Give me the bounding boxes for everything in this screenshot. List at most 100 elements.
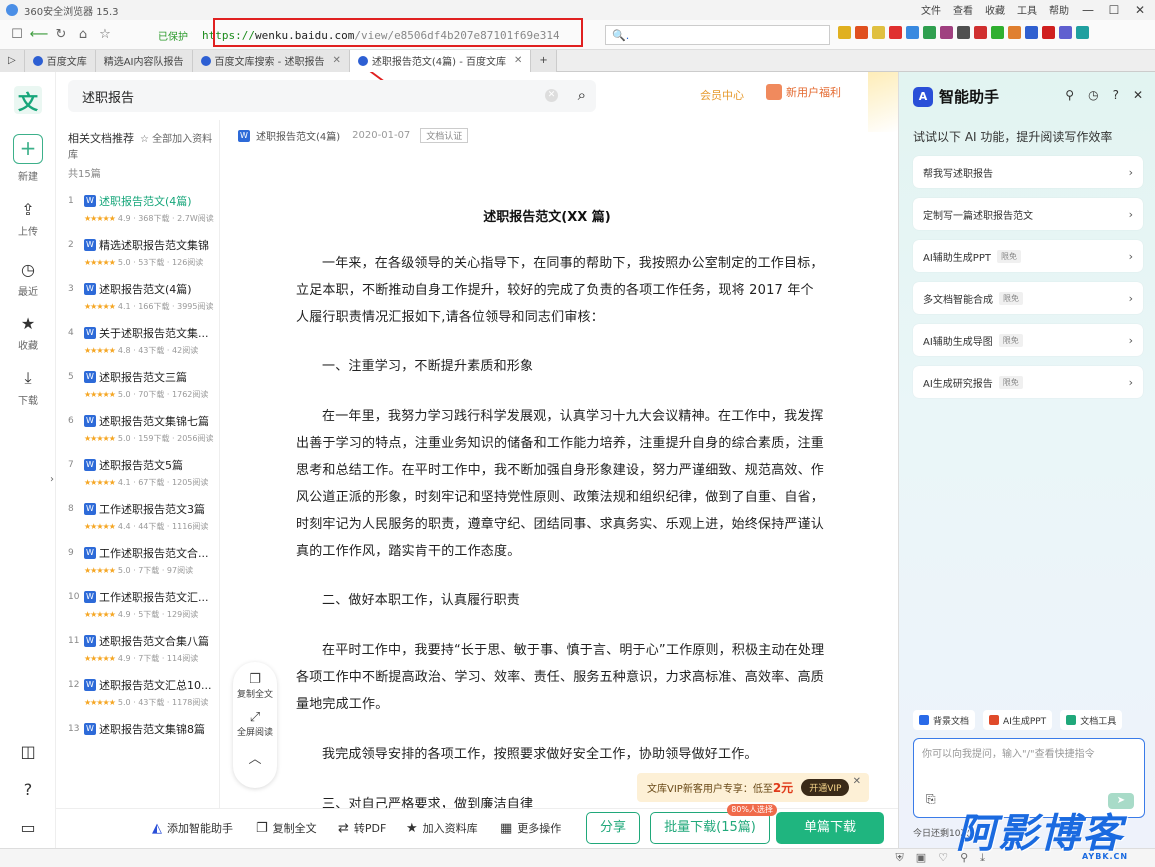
copy-icon[interactable]: ❐	[233, 672, 277, 687]
menu-tools[interactable]: 工具	[1017, 2, 1037, 17]
assistant-card[interactable]: 定制写一篇述职报告范文 ›	[913, 198, 1143, 230]
rail-new[interactable]: + 新建	[0, 134, 56, 183]
assistant-card[interactable]: AI辅助生成导图 限免 ›	[913, 324, 1143, 356]
related-item[interactable]: 5 W 述职报告范文三篇 ★★★★★ 5.0 · 70下载 · 1762阅读	[58, 369, 219, 400]
send-icon[interactable]: ➤	[1108, 793, 1134, 809]
related-item[interactable]: 7 W 述职报告范文5篇 ★★★★★ 4.1 · 67下载 · 1205阅读	[58, 457, 219, 488]
tool-doc-tools[interactable]: 文档工具	[1060, 710, 1123, 730]
related-item[interactable]: 3 W 述职报告范文(4篇) ★★★★★ 4.1 · 166下载 · 3995阅读	[58, 281, 219, 312]
batch-download-button[interactable]: 批量下载(15篇) 80%人选择	[650, 804, 777, 844]
star-icon[interactable]: ☆	[94, 24, 116, 46]
history-icon[interactable]: ◷	[1088, 88, 1098, 102]
copy-all-button[interactable]: ❐ 复制全文	[256, 820, 317, 836]
single-download-button[interactable]: 单篇下载	[776, 812, 884, 844]
extension-icon[interactable]	[1059, 26, 1072, 39]
extension-icon[interactable]	[974, 26, 987, 39]
related-item[interactable]: 6 W 述职报告范文集锦七篇 ★★★★★ 5.0 · 159下载 · 2056阅读	[58, 413, 219, 444]
tab-baidu-wenku[interactable]: 百度文库	[24, 49, 96, 72]
related-item[interactable]: 12 W 述职报告范文汇总10... ★★★★★ 5.0 · 43下载 · 1178阅读	[58, 677, 219, 708]
close-window-icon[interactable]: ✕	[1133, 3, 1147, 17]
menu-view[interactable]: 查看	[953, 2, 973, 17]
related-item[interactable]: 4 W 关于述职报告范文集... ★★★★★ 4.8 · 43下载 · 42阅读	[58, 325, 219, 356]
rail-download[interactable]: ⤓ 下载	[0, 368, 56, 407]
browser-search-input[interactable]: 🔍.	[605, 25, 830, 45]
close-tab-icon[interactable]: ✕	[332, 55, 340, 66]
tab-ai-report[interactable]: 精选AI内容队报告	[95, 49, 193, 72]
screenshot-icon[interactable]: ▣	[916, 851, 926, 865]
heart-icon[interactable]: ♡	[938, 851, 948, 865]
extension-icon[interactable]	[1076, 26, 1089, 39]
related-item[interactable]: 9 W 工作述职报告范文合... ★★★★★ 5.0 · 7下载 · 97阅读	[58, 545, 219, 576]
feedback-icon[interactable]: ▭	[0, 818, 56, 841]
fullscreen-float[interactable]: 全屏阅读	[237, 728, 273, 738]
doc-search-input[interactable]: 述职报告 ✕ ⌕	[68, 80, 596, 112]
extension-icon[interactable]	[1008, 26, 1021, 39]
pin-icon[interactable]: ⚲	[1065, 88, 1074, 102]
share-button[interactable]: 分享	[586, 812, 640, 844]
extension-icon[interactable]	[906, 26, 919, 39]
tab-current-doc[interactable]: 述职报告范文(4篇) - 百度文库 ✕	[349, 49, 532, 72]
vip-banner[interactable]: 文库VIP新客用户专享：低至 2元 开通VIP ✕	[637, 773, 869, 802]
extension-icon[interactable]	[1042, 26, 1055, 39]
assistant-card[interactable]: 多文档智能合成 限免 ›	[913, 282, 1143, 314]
clear-icon[interactable]: ✕	[545, 89, 558, 102]
gift-icon[interactable]: ◫	[0, 742, 56, 765]
help-icon[interactable]: ?	[1113, 88, 1119, 102]
close-icon[interactable]: ✕	[1133, 88, 1143, 102]
rail-recent[interactable]: ◷ 最近	[0, 260, 56, 298]
extension-icon[interactable]	[889, 26, 902, 39]
wenku-logo[interactable]: 文	[14, 86, 42, 114]
menu-favorites[interactable]: 收藏	[985, 2, 1005, 17]
assistant-card[interactable]: AI辅助生成PPT 限免 ›	[913, 240, 1143, 272]
related-item[interactable]: 10 W 工作述职报告范文汇... ★★★★★ 4.9 · 5下载 · 129阅读	[58, 589, 219, 620]
scroll-up-icon[interactable]: ︿	[233, 748, 277, 767]
maximize-icon[interactable]: ☐	[1107, 3, 1121, 17]
rail-favorites[interactable]: ★ 收藏	[0, 314, 56, 352]
new-user-promo[interactable]: 新用户福利	[766, 84, 841, 100]
related-item[interactable]: 1 W 述职报告范文(4篇) ★★★★★ 4.9 · 368下载 · 2.7W阅读	[58, 193, 219, 224]
assistant-input[interactable]: 你可以向我提问，输入"/"查看快捷指令 ⎘ ➤	[913, 738, 1145, 818]
related-item[interactable]: 8 W 工作述职报告范文3篇 ★★★★★ 4.4 · 44下载 · 1116阅读	[58, 501, 219, 532]
shield-icon[interactable]: ⛨	[896, 851, 904, 865]
add-library-button[interactable]: ★ 加入资料库	[406, 820, 478, 836]
extension-icon[interactable]	[923, 26, 936, 39]
close-tab-icon[interactable]: ✕	[514, 55, 522, 66]
collapse-icon[interactable]: ›	[50, 474, 54, 485]
home-icon[interactable]: ⌂	[72, 24, 94, 46]
extension-icon[interactable]	[855, 26, 868, 39]
close-banner-icon[interactable]: ✕	[853, 776, 861, 787]
add-assistant-button[interactable]: ◭ 添加智能助手	[152, 820, 233, 836]
assistant-card[interactable]: 帮我写述职报告 ›	[913, 156, 1143, 188]
open-vip-button[interactable]: 开通VIP	[801, 779, 850, 796]
to-pdf-button[interactable]: ⇄ 转PDF	[338, 820, 386, 836]
tab-search[interactable]: 百度文库搜索 - 述职报告 ✕	[192, 49, 350, 72]
extension-icon[interactable]	[991, 26, 1004, 39]
extension-icon[interactable]	[957, 26, 970, 39]
menu-help[interactable]: 帮助	[1049, 2, 1069, 17]
fullscreen-icon[interactable]: ⤢	[233, 710, 277, 725]
related-item[interactable]: 2 W 精选述职报告范文集锦 ★★★★★ 5.0 · 53下载 · 126阅读	[58, 237, 219, 268]
rail-upload[interactable]: ⇪ 上传	[0, 200, 56, 238]
refresh-icon[interactable]: ↻	[50, 24, 72, 46]
tool-background-doc[interactable]: 背景文档	[913, 710, 976, 730]
new-tab-button[interactable]: +	[531, 49, 557, 72]
extension-icon[interactable]	[940, 26, 953, 39]
extension-icon[interactable]	[872, 26, 885, 39]
vip-center-link[interactable]: 会员中心	[700, 87, 744, 103]
back-icon[interactable]: ⟵	[28, 24, 50, 46]
help-icon[interactable]: ?	[0, 780, 56, 803]
attach-icon[interactable]: ⎘	[926, 792, 936, 807]
menu-file[interactable]: 文件	[921, 2, 941, 17]
sidebar-toggle-icon[interactable]: ☐	[6, 24, 28, 46]
extension-icon[interactable]	[1025, 26, 1038, 39]
tab-list-icon[interactable]: ▷	[0, 49, 25, 72]
tool-ai-ppt[interactable]: AI生成PPT	[983, 710, 1053, 730]
extension-icon[interactable]	[838, 26, 851, 39]
related-item[interactable]: 13 W 述职报告范文集锦8篇	[58, 721, 219, 737]
more-actions-button[interactable]: ▦ 更多操作	[500, 820, 561, 836]
minimize-icon[interactable]: —	[1081, 3, 1095, 17]
copy-all-float[interactable]: 复制全文	[237, 690, 273, 700]
related-item[interactable]: 11 W 述职报告范文合集八篇 ★★★★★ 4.9 · 7下载 · 114阅读	[58, 633, 219, 664]
assistant-card[interactable]: AI生成研究报告 限免 ›	[913, 366, 1143, 398]
search-icon[interactable]: ⌕	[578, 86, 586, 104]
